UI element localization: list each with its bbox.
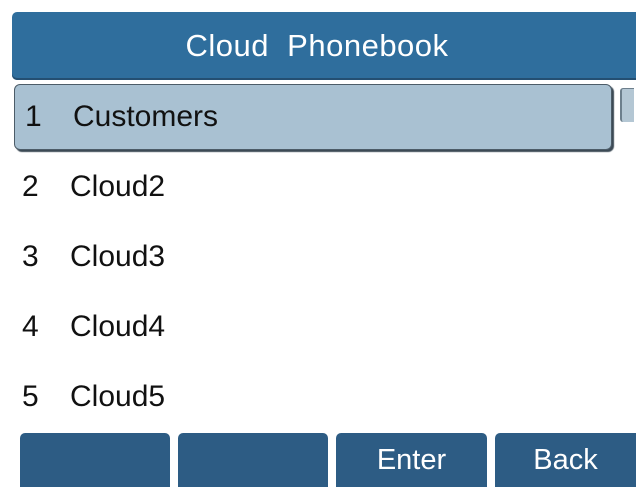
softkey-bar: Enter Back bbox=[0, 433, 636, 487]
list-item-label: Cloud5 bbox=[70, 380, 166, 413]
list-item-4[interactable]: 4 Cloud4 bbox=[12, 294, 612, 360]
phonebook-list: 1 Customers 2 Cloud2 3 Cloud3 4 Cloud4 5… bbox=[12, 82, 636, 430]
softkey-2[interactable] bbox=[178, 433, 328, 487]
list-item-index: 3 bbox=[22, 240, 39, 273]
list-item-3[interactable]: 3 Cloud3 bbox=[12, 224, 612, 290]
list-item-index: 4 bbox=[22, 310, 39, 343]
list-item-5[interactable]: 5 Cloud5 bbox=[12, 364, 612, 430]
list-item-index: 5 bbox=[22, 380, 39, 413]
list-item-label: Customers bbox=[73, 100, 219, 133]
back-button[interactable]: Back bbox=[495, 433, 636, 487]
list-item-label: Cloud3 bbox=[70, 240, 166, 273]
list-item-1[interactable]: 1 Customers bbox=[14, 84, 612, 150]
list-item-2[interactable]: 2 Cloud2 bbox=[12, 154, 612, 220]
list-item-label: Cloud4 bbox=[70, 310, 166, 343]
softkey-1[interactable] bbox=[20, 433, 170, 487]
list-item-index: 1 bbox=[25, 100, 42, 133]
title-bar: Cloud Phonebook bbox=[12, 12, 636, 80]
scrollbar-thumb[interactable] bbox=[620, 88, 634, 122]
page-title: Cloud Phonebook bbox=[185, 28, 449, 63]
list-item-label: Cloud2 bbox=[70, 170, 166, 203]
enter-button[interactable]: Enter bbox=[336, 433, 487, 487]
list-item-index: 2 bbox=[22, 170, 39, 203]
